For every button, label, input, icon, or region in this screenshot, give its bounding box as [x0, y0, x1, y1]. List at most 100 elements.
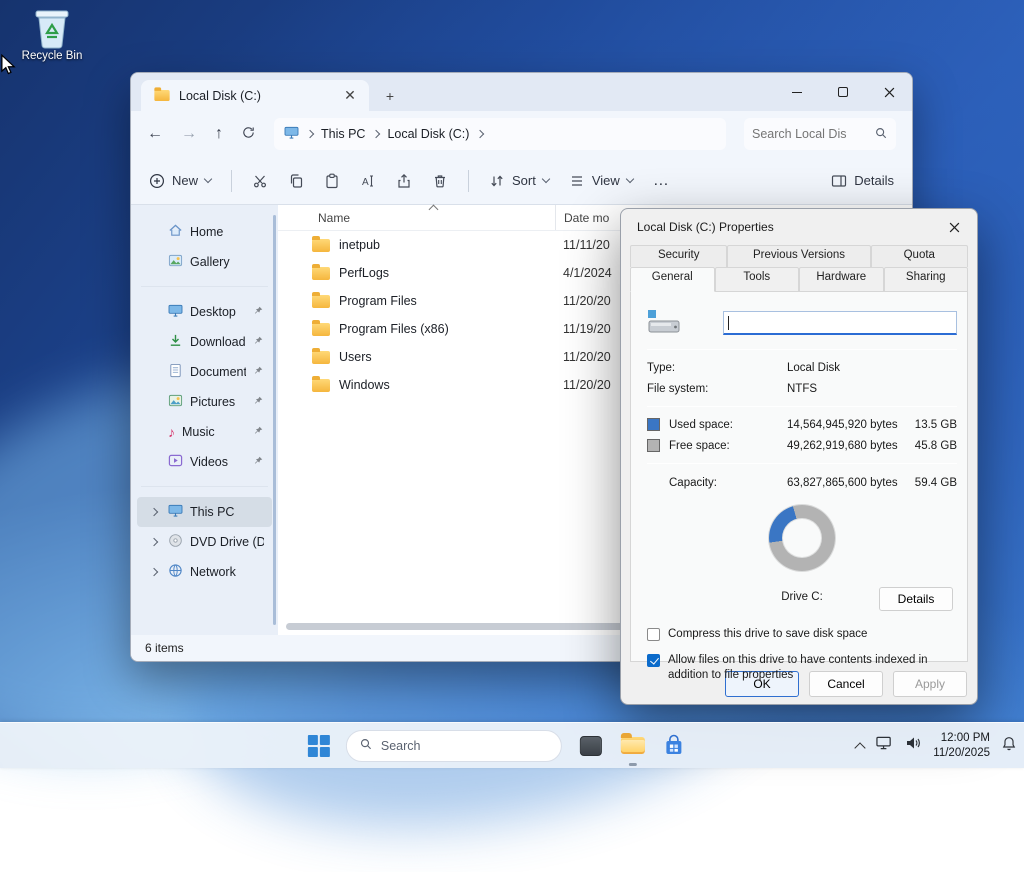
- sidebar-item-dvd-drive[interactable]: DVD Drive (D:) D: [137, 527, 272, 557]
- tab-tools[interactable]: Tools: [715, 267, 800, 292]
- sidebar-item-pictures[interactable]: Pictures: [137, 387, 272, 417]
- expand-chevron-icon[interactable]: [147, 509, 161, 515]
- sidebar-item-videos[interactable]: Videos: [137, 447, 272, 477]
- breadcrumb-local-disk[interactable]: Local Disk (C:): [387, 127, 469, 141]
- compress-checkbox-row[interactable]: Compress this drive to save disk space: [647, 627, 957, 641]
- close-button[interactable]: [866, 73, 912, 111]
- forward-button[interactable]: →: [181, 126, 197, 142]
- index-checkbox[interactable]: [647, 654, 660, 667]
- sidebar-item-documents[interactable]: Documents: [137, 357, 272, 387]
- explorer-tab[interactable]: Local Disk (C:) ✕: [141, 80, 369, 111]
- minimize-button[interactable]: [774, 73, 820, 111]
- pin-icon: [253, 455, 264, 469]
- sort-button[interactable]: Sort: [489, 173, 549, 189]
- sidebar-item-this-pc[interactable]: This PC: [137, 497, 272, 527]
- toolbar-divider: [231, 170, 232, 192]
- view-button[interactable]: View: [569, 173, 633, 189]
- sidebar-item-gallery[interactable]: Gallery: [137, 247, 272, 277]
- refresh-button[interactable]: [241, 125, 256, 144]
- details-pane-button[interactable]: Details: [831, 173, 894, 189]
- sidebar-item-home[interactable]: Home: [137, 217, 272, 247]
- chevron-down-icon: [626, 175, 634, 183]
- maximize-button[interactable]: [820, 73, 866, 111]
- volume-label-input[interactable]: [723, 311, 957, 335]
- recycle-bin-shortcut[interactable]: Recycle Bin: [10, 6, 94, 62]
- breadcrumb-this-pc[interactable]: This PC: [321, 127, 365, 141]
- compress-checkbox[interactable]: [647, 628, 660, 641]
- clock-time: 12:00 PM: [933, 731, 990, 745]
- separator: [647, 463, 957, 464]
- volume-tray-icon[interactable]: [905, 736, 921, 755]
- folder-icon: [312, 239, 330, 252]
- taskbar-microsoft-store[interactable]: [662, 734, 686, 758]
- command-bar: New A Sort: [131, 157, 912, 205]
- notifications-icon[interactable]: [1002, 736, 1016, 756]
- search-input[interactable]: [752, 127, 874, 141]
- plus-circle-icon: [149, 173, 165, 189]
- drive-icon: [647, 309, 681, 338]
- paste-button[interactable]: [324, 173, 340, 189]
- network-tray-icon[interactable]: [876, 736, 893, 755]
- tab-quota[interactable]: Quota: [871, 245, 968, 267]
- rename-button[interactable]: A: [360, 173, 376, 189]
- navigation-pane: Home Gallery Desktop Downloads: [131, 205, 278, 635]
- separator: [647, 349, 957, 350]
- dialog-title: Local Disk (C:) Properties: [637, 220, 937, 234]
- new-tab-button[interactable]: +: [379, 85, 401, 107]
- expand-chevron-icon[interactable]: [147, 539, 161, 545]
- back-button[interactable]: ←: [147, 126, 163, 142]
- mouse-cursor: [0, 54, 16, 81]
- new-button[interactable]: New: [149, 173, 211, 189]
- taskbar-app-dark-window[interactable]: [578, 733, 604, 759]
- tab-title: Local Disk (C:): [179, 89, 331, 103]
- taskbar-search[interactable]: Search: [346, 730, 562, 762]
- tab-sharing[interactable]: Sharing: [884, 267, 969, 292]
- copy-button[interactable]: [288, 173, 304, 189]
- this-pc-icon: [284, 126, 299, 142]
- dialog-close-button[interactable]: [937, 213, 971, 241]
- sort-icon: [489, 173, 505, 189]
- horizontal-scrollbar[interactable]: [286, 623, 635, 630]
- tab-previous-versions[interactable]: Previous Versions: [727, 245, 870, 267]
- taskbar-clock[interactable]: 12:00 PM 11/20/2025: [933, 731, 990, 760]
- sidebar-divider: [141, 277, 268, 287]
- view-icon: [569, 173, 585, 189]
- start-button[interactable]: [308, 735, 330, 757]
- sidebar-item-music[interactable]: ♪ Music: [137, 417, 272, 447]
- sidebar-divider: [141, 477, 268, 487]
- share-button[interactable]: [396, 173, 412, 189]
- sidebar-item-desktop[interactable]: Desktop: [137, 297, 272, 327]
- column-header-date[interactable]: Date mo: [555, 205, 609, 230]
- delete-button[interactable]: [432, 173, 448, 189]
- column-header-name[interactable]: Name: [278, 211, 555, 225]
- capacity-donut: [769, 505, 835, 571]
- tab-hardware[interactable]: Hardware: [799, 267, 884, 292]
- search-box[interactable]: [744, 118, 896, 150]
- tab-security[interactable]: Security: [630, 245, 727, 267]
- active-app-indicator: [629, 763, 637, 766]
- up-button[interactable]: ↑: [215, 126, 223, 142]
- sidebar-item-downloads[interactable]: Downloads: [137, 327, 272, 357]
- more-options-button[interactable]: …: [653, 172, 669, 190]
- tab-close-icon[interactable]: ✕: [339, 85, 361, 107]
- details-button[interactable]: Details: [879, 587, 953, 611]
- capacity-bytes: 63,827,865,600 bytes: [787, 477, 899, 489]
- details-pane-icon: [831, 173, 847, 189]
- used-space-bytes: 14,564,945,920 bytes: [787, 419, 899, 431]
- items-count: 6 items: [145, 641, 184, 655]
- used-space-size: 13.5 GB: [899, 419, 957, 431]
- drive-c-label: Drive C:: [781, 591, 823, 603]
- taskbar-file-explorer[interactable]: [620, 733, 646, 759]
- expand-chevron-icon[interactable]: [147, 569, 161, 575]
- breadcrumb-chevron-icon: [476, 130, 484, 138]
- sidebar-item-network[interactable]: Network: [137, 557, 272, 587]
- taskbar: Search 12:00 PM 11/20/2025: [0, 722, 1024, 768]
- index-checkbox-row[interactable]: Allow files on this drive to have conten…: [647, 653, 957, 682]
- hidden-icons-chevron[interactable]: [855, 742, 866, 753]
- index-checkbox-label: Allow files on this drive to have conten…: [668, 653, 957, 682]
- clock-date: 11/20/2025: [933, 746, 990, 760]
- address-bar[interactable]: This PC Local Disk (C:): [274, 118, 726, 150]
- cut-button[interactable]: [252, 173, 268, 189]
- tab-general[interactable]: General: [630, 267, 715, 292]
- breadcrumb-chevron-icon: [306, 130, 314, 138]
